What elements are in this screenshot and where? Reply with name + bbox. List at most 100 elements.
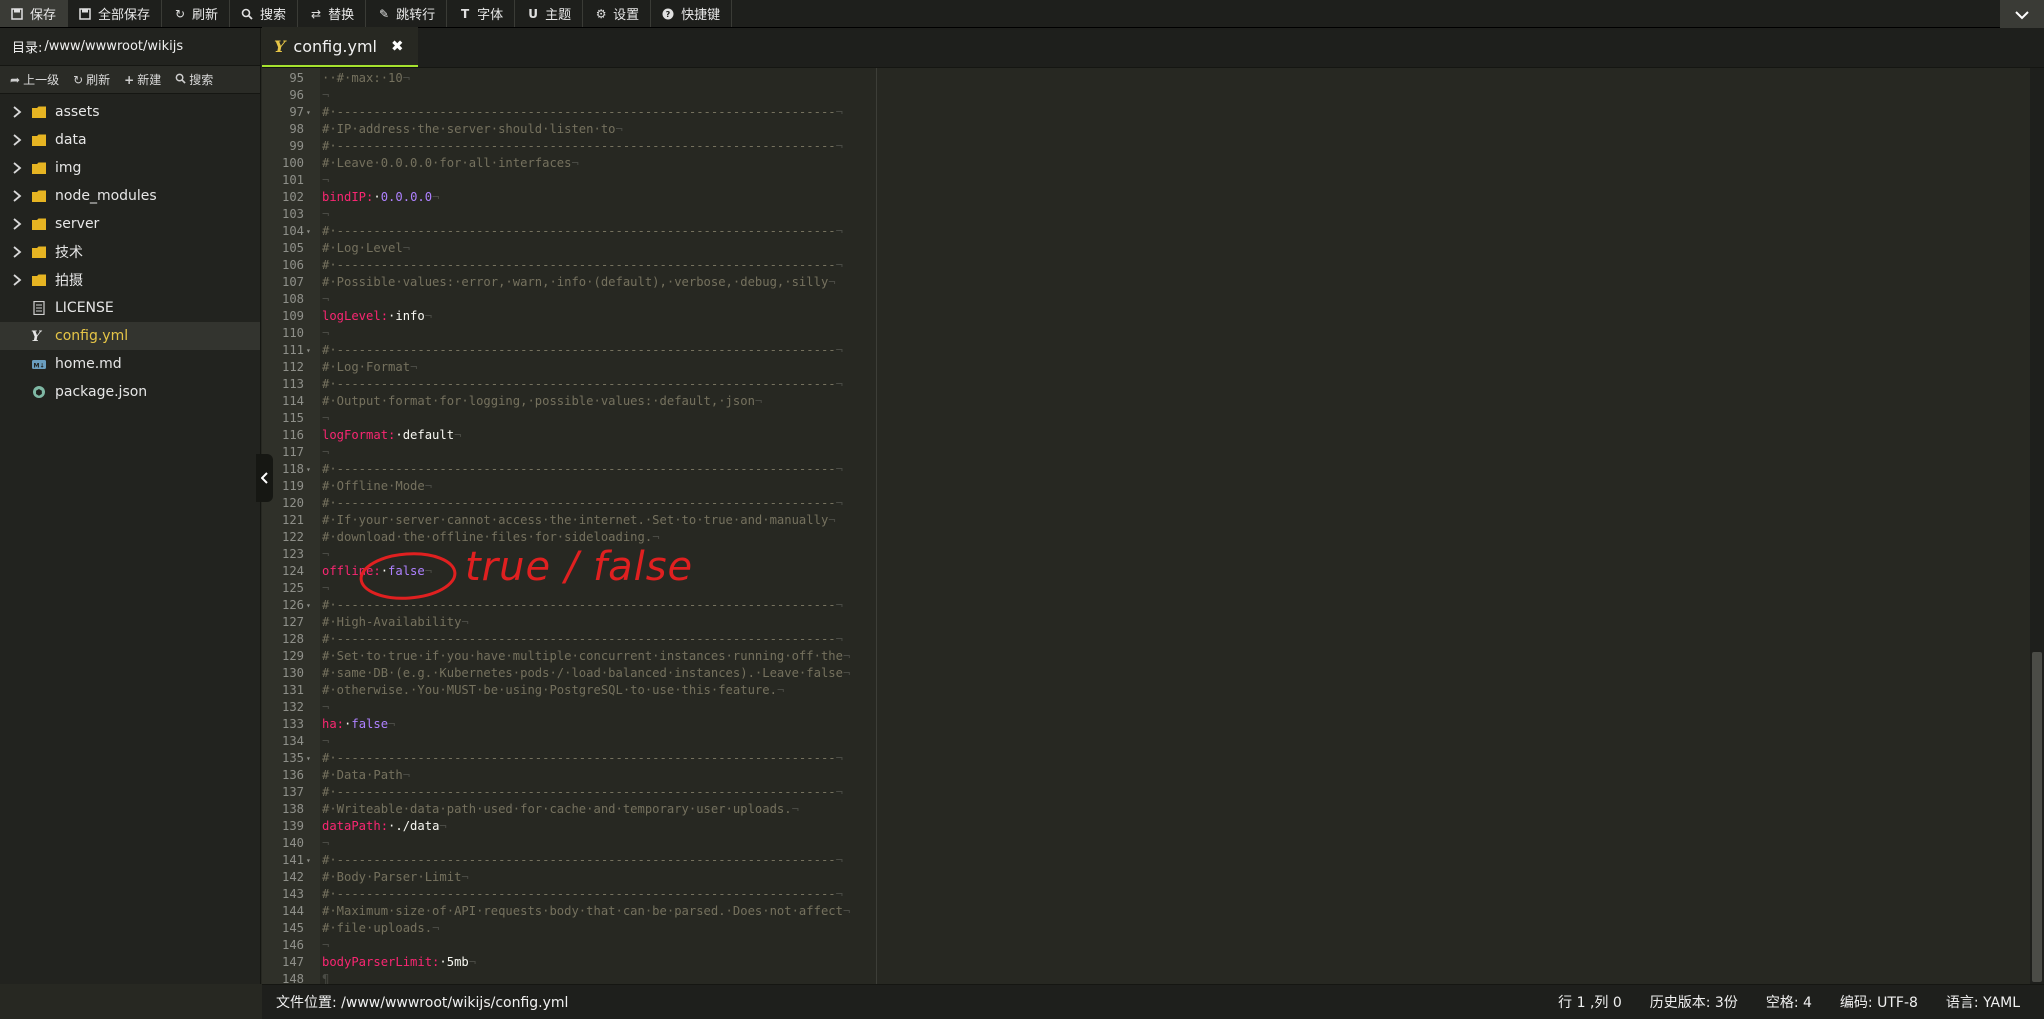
code-line[interactable]: 145 #·file·uploads.¬ bbox=[262, 920, 2030, 937]
chevron-right-icon[interactable] bbox=[12, 134, 22, 146]
tree-item[interactable]: img bbox=[0, 154, 260, 182]
code-line[interactable]: 142 #·Body·Parser·Limit¬ bbox=[262, 869, 2030, 886]
scrollbar-thumb[interactable] bbox=[2032, 652, 2042, 982]
code-line[interactable]: 114 #·Output·format·for·logging,·possible… bbox=[262, 393, 2030, 410]
code-line[interactable]: 110 ¬ bbox=[262, 325, 2030, 342]
code-line[interactable]: 105 #·Log·Level¬ bbox=[262, 240, 2030, 257]
shortcuts-button[interactable]: ? 快捷键 bbox=[651, 0, 733, 27]
cursor-position[interactable]: 行 1 ,列 0 bbox=[1544, 992, 1636, 1012]
code-line[interactable]: 130 #·same·DB·(e.g.·Kubernetes·pods·/·loa… bbox=[262, 665, 2030, 682]
tree-item[interactable]: Yconfig.yml bbox=[0, 322, 260, 350]
tree-item[interactable]: node_modules bbox=[0, 182, 260, 210]
code-line[interactable]: 111 ▾ #·----------------------------------… bbox=[262, 342, 2030, 359]
code-line[interactable]: 135 ▾ #·----------------------------------… bbox=[262, 750, 2030, 767]
tree-item[interactable]: M↓ home.md bbox=[0, 350, 260, 378]
code-line[interactable]: 126 ▾ #·----------------------------------… bbox=[262, 597, 2030, 614]
chevron-right-icon[interactable] bbox=[12, 162, 22, 174]
code-line[interactable]: 115 ¬ bbox=[262, 410, 2030, 427]
code-line[interactable]: 99 #·------------------------------------… bbox=[262, 138, 2030, 155]
refresh-button[interactable]: ↻ 刷新 bbox=[162, 0, 231, 27]
tree-item[interactable]: data bbox=[0, 126, 260, 154]
chevron-right-icon[interactable] bbox=[12, 190, 22, 202]
code-line[interactable]: 121 #·If·your·server·cannot·access·the·in… bbox=[262, 512, 2030, 529]
tree-item[interactable]: 拍摄 bbox=[0, 266, 260, 294]
code-line[interactable]: 112 #·Log·Format¬ bbox=[262, 359, 2030, 376]
code-line[interactable]: 118 ▾ #·----------------------------------… bbox=[262, 461, 2030, 478]
tree-item[interactable]: assets bbox=[0, 98, 260, 126]
tree-item[interactable]: ⬢ package.json bbox=[0, 378, 260, 406]
code-line[interactable]: 127 #·High-Availability¬ bbox=[262, 614, 2030, 631]
goto-line-button[interactable]: ✎ 跳转行 bbox=[366, 0, 448, 27]
sidebar-refresh-button[interactable]: ↻ 刷新 bbox=[73, 71, 110, 88]
new-file-button[interactable]: + 新建 bbox=[124, 71, 161, 88]
code-line[interactable]: 144 #·Maximum·size·of·API·requests·body·t… bbox=[262, 903, 2030, 920]
replace-button[interactable]: ⇄ 替换 bbox=[298, 0, 367, 27]
up-level-button[interactable]: ➦ 上一级 bbox=[10, 71, 59, 88]
fold-arrow-icon[interactable]: ▾ bbox=[306, 852, 311, 869]
indent-setting[interactable]: 空格: 4 bbox=[1752, 992, 1826, 1012]
code-line[interactable]: 137 #·-----------------------------------… bbox=[262, 784, 2030, 801]
code-line[interactable]: 113 #·-----------------------------------… bbox=[262, 376, 2030, 393]
code-line[interactable]: 119 #·Offline·Mode¬ bbox=[262, 478, 2030, 495]
fold-arrow-icon[interactable]: ▾ bbox=[306, 342, 311, 359]
code-line[interactable]: 146 ¬ bbox=[262, 937, 2030, 954]
fold-arrow-icon[interactable]: ▾ bbox=[306, 597, 311, 614]
save-all-button[interactable]: 全部保存 bbox=[68, 0, 163, 27]
code-line[interactable]: 134 ¬ bbox=[262, 733, 2030, 750]
tab-config-yml[interactable]: Y config.yml ✖ bbox=[262, 27, 418, 67]
chevron-right-icon[interactable] bbox=[12, 246, 22, 258]
vertical-scrollbar[interactable] bbox=[2030, 68, 2044, 984]
code-line[interactable]: 138 #·Writeable·data·path·used·for·cache·… bbox=[262, 801, 2030, 818]
code-line[interactable]: 103 ¬ bbox=[262, 206, 2030, 223]
close-tab-icon[interactable]: ✖ bbox=[391, 37, 404, 55]
sidebar-toggle-button[interactable] bbox=[256, 454, 273, 502]
code-line[interactable]: 97 ▾ #·-----------------------------------… bbox=[262, 104, 2030, 121]
tree-item[interactable]: server bbox=[0, 210, 260, 238]
code-line[interactable]: 108 ¬ bbox=[262, 291, 2030, 308]
fold-arrow-icon[interactable]: ▾ bbox=[306, 750, 311, 767]
code-line[interactable]: 120 #·-----------------------------------… bbox=[262, 495, 2030, 512]
code-line[interactable]: 100 #·Leave·0.0.0.0·for·all·interfaces¬ bbox=[262, 155, 2030, 172]
code-line[interactable]: 106 #·-----------------------------------… bbox=[262, 257, 2030, 274]
chevron-right-icon[interactable] bbox=[12, 106, 22, 118]
code-line[interactable]: 116 logFormat:·default¬ bbox=[262, 427, 2030, 444]
code-line[interactable]: 141 ▾ #·----------------------------------… bbox=[262, 852, 2030, 869]
chevron-right-icon[interactable] bbox=[12, 274, 22, 286]
sidebar-search-button[interactable]: 搜索 bbox=[175, 71, 213, 88]
code-line[interactable]: 143 #·-----------------------------------… bbox=[262, 886, 2030, 903]
theme-button[interactable]: U 主题 bbox=[515, 0, 584, 27]
fold-arrow-icon[interactable]: ▾ bbox=[306, 223, 311, 240]
code-line[interactable]: 139 dataPath:·./data¬ bbox=[262, 818, 2030, 835]
encoding-setting[interactable]: 编码: UTF-8 bbox=[1826, 992, 1932, 1012]
code-line[interactable]: 132 ¬ bbox=[262, 699, 2030, 716]
tree-item[interactable]: 技术 bbox=[0, 238, 260, 266]
code-line[interactable]: 129 #·Set·to·true·if·you·have·multiple·co… bbox=[262, 648, 2030, 665]
code-line[interactable]: 102 bindIP:·0.0.0.0¬ bbox=[262, 189, 2030, 206]
code-line[interactable]: 109 logLevel:·info¬ bbox=[262, 308, 2030, 325]
fold-arrow-icon[interactable]: ▾ bbox=[306, 461, 311, 478]
history-versions[interactable]: 历史版本: 3份 bbox=[1636, 992, 1752, 1012]
save-button[interactable]: 保存 bbox=[0, 0, 69, 27]
code-line[interactable]: 136 #·Data·Path¬ bbox=[262, 767, 2030, 784]
chevron-right-icon[interactable] bbox=[12, 218, 22, 230]
settings-button[interactable]: ⚙ 设置 bbox=[583, 0, 652, 27]
code-line[interactable]: 147 bodyParserLimit:·5mb¬ bbox=[262, 954, 2030, 971]
code-line[interactable]: 95 ··#·max:·10¬ bbox=[262, 70, 2030, 87]
code-area[interactable]: 95 ··#·max:·10¬ 96 ¬ 97 ▾ #·------------------… bbox=[262, 68, 2030, 984]
code-line[interactable]: 98 #·IP·address·the·server·should·listen·… bbox=[262, 121, 2030, 138]
language-setting[interactable]: 语言: YAML bbox=[1932, 992, 2034, 1012]
collapse-toolbar-button[interactable] bbox=[2000, 0, 2044, 28]
tree-item[interactable]: LICENSE bbox=[0, 294, 260, 322]
search-button[interactable]: 搜索 bbox=[230, 0, 299, 27]
code-line[interactable]: 104 ▾ #·----------------------------------… bbox=[262, 223, 2030, 240]
code-line[interactable]: 131 #·otherwise.·You·MUST·be·using·Postgr… bbox=[262, 682, 2030, 699]
code-line[interactable]: 101 ¬ bbox=[262, 172, 2030, 189]
code-line[interactable]: 96 ¬ bbox=[262, 87, 2030, 104]
code-line[interactable]: 107 #·Possible·values:·error,·warn,·info·… bbox=[262, 274, 2030, 291]
font-button[interactable]: T 字体 bbox=[447, 0, 516, 27]
code-line[interactable]: 133 ha:·false¬ bbox=[262, 716, 2030, 733]
code-line[interactable]: 117 ¬ bbox=[262, 444, 2030, 461]
code-line[interactable]: 140 ¬ bbox=[262, 835, 2030, 852]
code-line[interactable]: 148 ¶ bbox=[262, 971, 2030, 984]
fold-arrow-icon[interactable]: ▾ bbox=[306, 104, 311, 121]
